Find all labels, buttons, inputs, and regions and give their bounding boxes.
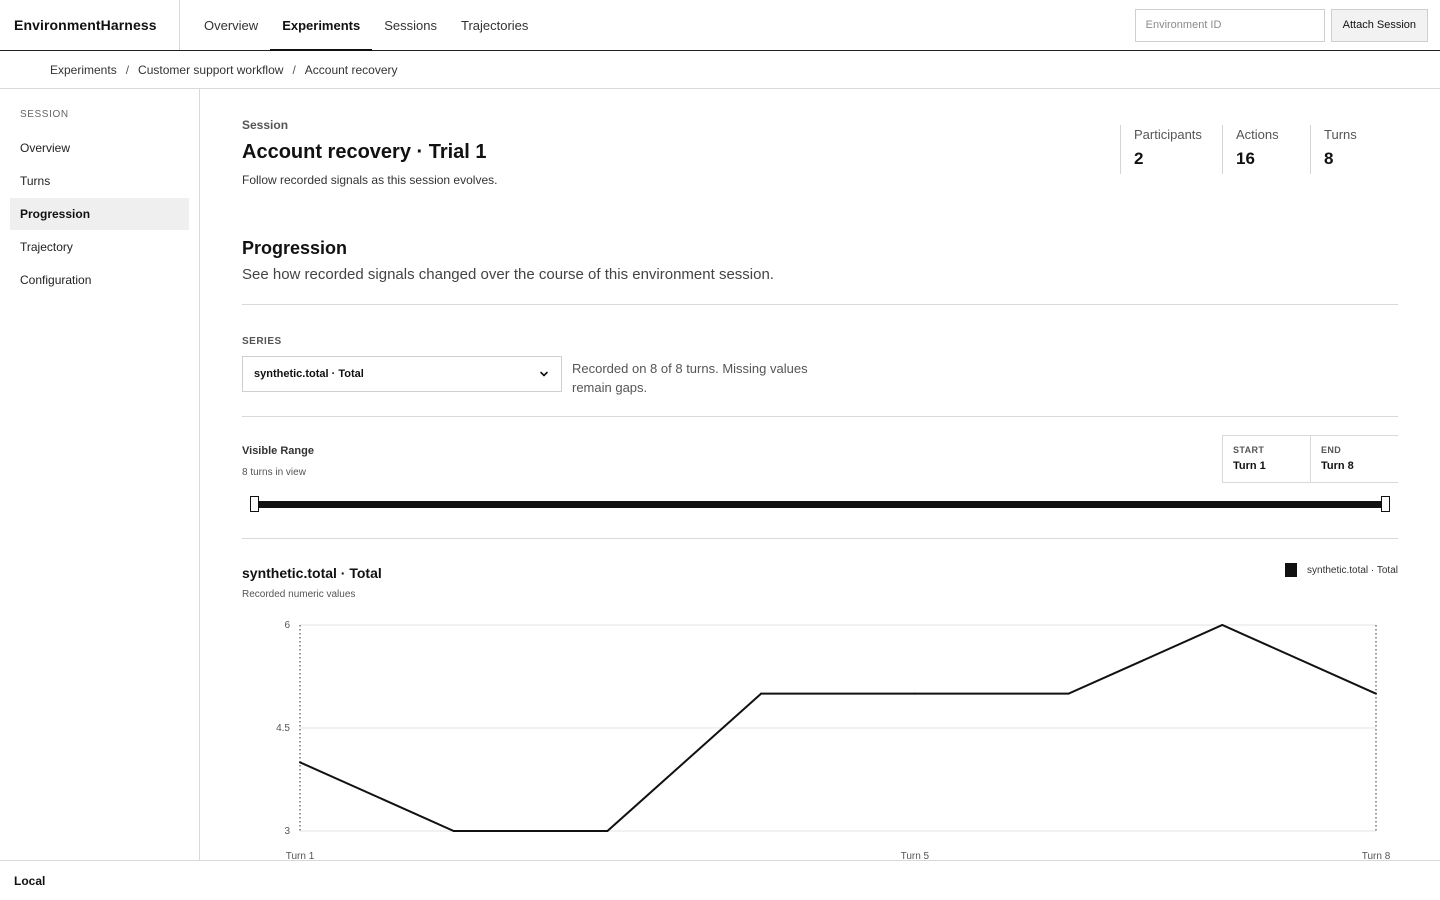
series-select-value: synthetic.total · Total xyxy=(254,368,364,380)
session-stats: Participants 2 Actions 16 Turns 8 xyxy=(1120,125,1398,174)
range-slider[interactable] xyxy=(250,495,1390,513)
x-tick-label: Turn 8 xyxy=(1362,851,1391,860)
legend-label: synthetic.total · Total xyxy=(1307,564,1398,576)
top-actions: Attach Session xyxy=(1134,0,1440,50)
x-tick-label: Turn 1 xyxy=(286,851,315,860)
visible-range-count: 8 turns in view xyxy=(242,467,306,478)
chart-title: synthetic.total · Total xyxy=(242,565,382,581)
chart-legend: synthetic.total · Total xyxy=(1285,563,1398,577)
breadcrumb-experiments[interactable]: Experiments xyxy=(50,63,117,77)
sidebar-item-turns[interactable]: Turns xyxy=(10,165,189,197)
stat-value: 8 xyxy=(1324,149,1334,168)
environment-status: Local xyxy=(14,873,46,888)
data-point xyxy=(913,692,916,695)
data-point xyxy=(452,830,455,832)
chart-subtitle: Recorded numeric values xyxy=(242,589,356,600)
series-select[interactable]: synthetic.total · Total xyxy=(242,356,562,392)
data-point xyxy=(760,692,763,695)
stat-value: 16 xyxy=(1236,149,1255,168)
breadcrumb-customer-support-workflow[interactable]: Customer support workflow xyxy=(138,63,283,77)
sidebar-heading: SESSION xyxy=(20,109,69,120)
range-end-label: END xyxy=(1321,445,1342,455)
data-point xyxy=(1375,692,1377,695)
sidebar-item-overview[interactable]: Overview xyxy=(10,132,189,164)
range-start-handle[interactable] xyxy=(250,496,259,512)
data-point xyxy=(299,761,301,764)
range-slider-track[interactable] xyxy=(254,501,1386,508)
breadcrumb-separator: / xyxy=(292,62,296,77)
data-point xyxy=(1221,624,1224,626)
sidebar-item-progression[interactable]: Progression xyxy=(10,198,189,230)
x-tick-label: Turn 5 xyxy=(901,851,930,860)
divider xyxy=(242,538,1398,539)
top-nav: Overview Experiments Sessions Trajectori… xyxy=(180,0,540,51)
session-eyebrow: Session xyxy=(242,118,289,132)
stat-value: 2 xyxy=(1134,149,1144,168)
session-sidebar: SESSION Overview Turns Progression Traje… xyxy=(0,89,200,860)
divider xyxy=(242,416,1398,417)
environment-id-input[interactable] xyxy=(1134,8,1325,42)
stat-label: Participants xyxy=(1134,127,1202,142)
stat-participants: Participants 2 xyxy=(1120,125,1222,174)
chevron-down-icon xyxy=(540,371,548,377)
sidebar-item-trajectory[interactable]: Trajectory xyxy=(10,231,189,263)
sidebar-item-configuration[interactable]: Configuration xyxy=(10,264,189,296)
series-label: SERIES xyxy=(242,336,282,347)
breadcrumb-account-recovery: Account recovery xyxy=(304,62,398,77)
line-chart: 3 4.5 6 Turn 1 Turn 5 Turn 8 xyxy=(276,620,1391,860)
tab-experiments[interactable]: Experiments xyxy=(270,0,373,51)
y-tick-label: 4.5 xyxy=(276,723,290,734)
tab-sessions[interactable]: Sessions xyxy=(372,0,449,50)
visible-range-title: Visible Range xyxy=(242,445,314,457)
data-point xyxy=(606,830,609,832)
section-description: See how recorded signals changed over th… xyxy=(242,266,774,283)
range-end-handle[interactable] xyxy=(1381,496,1390,512)
stat-turns: Turns 8 xyxy=(1310,125,1398,174)
stat-actions: Actions 16 xyxy=(1222,125,1310,174)
section-title: Progression xyxy=(242,238,348,258)
breadcrumb: Experiments / Customer support workflow … xyxy=(0,51,1440,89)
series-note: Recorded on 8 of 8 turns. Missing values… xyxy=(572,361,808,395)
range-end-value: Turn 8 xyxy=(1321,460,1354,472)
attach-session-button[interactable]: Attach Session xyxy=(1330,8,1428,42)
status-bar: Local xyxy=(0,860,1440,900)
range-start-label: START xyxy=(1233,445,1265,455)
app-name[interactable]: EnvironmentHarness xyxy=(0,0,180,50)
y-tick-label: 3 xyxy=(284,826,290,837)
breadcrumb-separator: / xyxy=(125,62,130,77)
data-point xyxy=(1067,692,1070,695)
main-content: Session Account recovery · Trial 1 Follo… xyxy=(242,89,1398,860)
range-end: END Turn 8 xyxy=(1310,436,1398,482)
tab-trajectories[interactable]: Trajectories xyxy=(449,0,540,50)
range-start-value: Turn 1 xyxy=(1233,460,1266,472)
tab-overview[interactable]: Overview xyxy=(192,0,270,50)
page-subtitle: Follow recorded signals as this session … xyxy=(242,173,498,187)
stat-label: Actions xyxy=(1236,127,1279,142)
y-tick-label: 6 xyxy=(284,620,290,631)
range-start: START Turn 1 xyxy=(1222,436,1310,482)
divider xyxy=(242,304,1398,305)
legend-swatch xyxy=(1285,563,1298,577)
range-summary: START Turn 1 END Turn 8 xyxy=(1222,435,1398,483)
top-bar: EnvironmentHarness Overview Experiments … xyxy=(0,0,1440,51)
stat-label: Turns xyxy=(1324,127,1357,142)
page-title: Account recovery · Trial 1 xyxy=(242,141,487,163)
